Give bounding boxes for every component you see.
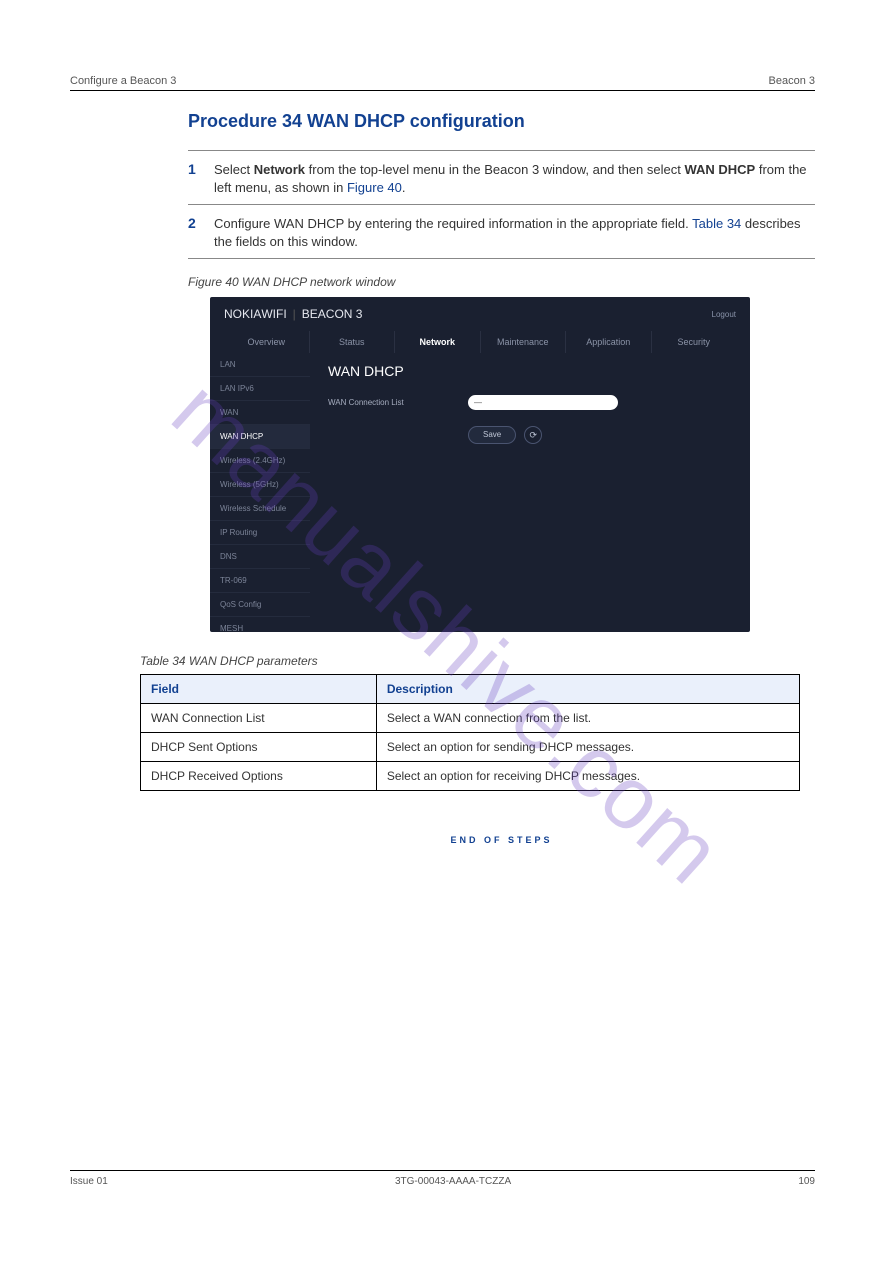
params-table: Field Description WAN Connection List Se… xyxy=(140,674,800,791)
nav-security[interactable]: Security xyxy=(652,331,737,353)
footer-center: 3TG-00043-AAAA-TCZZA xyxy=(395,1176,511,1187)
step-rule xyxy=(188,204,815,205)
page-header: Configure a Beacon 3 Beacon 3 xyxy=(70,75,815,87)
product-name: BEACON 3 xyxy=(302,307,363,321)
brand-logo: NOKIAWIFI | BEACON 3 xyxy=(224,307,362,321)
sidebar-item-wireless-24[interactable]: Wireless (2.4GHz) xyxy=(210,449,310,473)
logout-link[interactable]: Logout xyxy=(712,310,736,319)
footer-right: 109 xyxy=(798,1176,815,1187)
refresh-icon: ⟳ xyxy=(529,430,537,441)
top-nav: Overview Status Network Maintenance Appl… xyxy=(210,331,750,353)
nav-maintenance[interactable]: Maintenance xyxy=(481,331,567,353)
end-of-steps: END OF STEPS xyxy=(188,835,815,845)
save-button[interactable]: Save xyxy=(468,426,516,444)
header-right: Beacon 3 xyxy=(769,75,815,87)
nav-status[interactable]: Status xyxy=(310,331,396,353)
brand-text: NOKIA xyxy=(224,307,261,321)
page-footer: Issue 01 3TG-00043-AAAA-TCZZA 109 xyxy=(70,1170,815,1187)
page-title: WAN DHCP xyxy=(328,363,732,379)
step-1: 1 Select Network from the top-level menu… xyxy=(70,161,815,196)
divider-icon: | xyxy=(293,307,296,321)
figure-caption: Figure 40 WAN DHCP network window xyxy=(188,275,815,289)
sidebar-item-lan-ipv6[interactable]: LAN IPv6 xyxy=(210,377,310,401)
procedure-title: Procedure 34 WAN DHCP configuration xyxy=(70,111,815,132)
step-rule xyxy=(188,258,815,259)
table-row: DHCP Received Options Select an option f… xyxy=(141,762,800,791)
step-2: 2 Configure WAN DHCP by entering the req… xyxy=(70,215,815,250)
shot-header: NOKIAWIFI | BEACON 3 Logout xyxy=(210,297,750,331)
menu-ref-network: Network xyxy=(254,162,305,177)
sidebar: LAN LAN IPv6 WAN WAN DHCP Wireless (2.4G… xyxy=(210,353,310,628)
step-text: from the top-level menu in the Beacon 3 … xyxy=(305,162,684,177)
sidebar-item-wireless-5[interactable]: Wireless (5GHz) xyxy=(210,473,310,497)
menu-ref-wan-dhcp: WAN DHCP xyxy=(684,162,755,177)
sidebar-item-dns[interactable]: DNS xyxy=(210,545,310,569)
cell-desc: Select an option for sending DHCP messag… xyxy=(376,733,799,762)
table-caption: Table 34 WAN DHCP parameters xyxy=(140,654,815,668)
sidebar-item-lan[interactable]: LAN xyxy=(210,353,310,377)
sidebar-item-mesh[interactable]: MESH xyxy=(210,617,310,632)
sidebar-item-ip-routing[interactable]: IP Routing xyxy=(210,521,310,545)
step-body: Configure WAN DHCP by entering the requi… xyxy=(214,215,815,250)
cell-field: DHCP Received Options xyxy=(141,762,377,791)
nav-overview[interactable]: Overview xyxy=(224,331,310,353)
sidebar-item-wan[interactable]: WAN xyxy=(210,401,310,425)
screenshot-wan-dhcp: NOKIAWIFI | BEACON 3 Logout Overview Statu… xyxy=(210,297,750,632)
step-text: Select xyxy=(214,162,254,177)
table-link[interactable]: Table 34 xyxy=(692,216,741,231)
table-row: WAN Connection List Select a WAN connect… xyxy=(141,704,800,733)
nav-application[interactable]: Application xyxy=(566,331,652,353)
step-rule xyxy=(188,150,815,151)
header-left: Configure a Beacon 3 xyxy=(70,75,176,87)
th-field: Field xyxy=(141,675,377,704)
main-panel: WAN DHCP WAN Connection List — Save ⟳ xyxy=(310,353,750,628)
cell-field: DHCP Sent Options xyxy=(141,733,377,762)
field-label-wan-conn: WAN Connection List xyxy=(328,398,438,407)
sidebar-item-qos[interactable]: QoS Config xyxy=(210,593,310,617)
step-body: Select Network from the top-level menu i… xyxy=(214,161,815,196)
step-number: 2 xyxy=(188,215,214,250)
refresh-button[interactable]: ⟳ xyxy=(524,426,542,444)
footer-left: Issue 01 xyxy=(70,1176,108,1187)
cell-desc: Select a WAN connection from the list. xyxy=(376,704,799,733)
step-text: Configure WAN DHCP by entering the requi… xyxy=(214,216,692,231)
table-row: DHCP Sent Options Select an option for s… xyxy=(141,733,800,762)
sidebar-item-tr069[interactable]: TR-069 xyxy=(210,569,310,593)
wan-connection-select[interactable]: — xyxy=(468,395,618,410)
cell-field: WAN Connection List xyxy=(141,704,377,733)
th-description: Description xyxy=(376,675,799,704)
step-number: 1 xyxy=(188,161,214,196)
header-rule xyxy=(70,90,815,91)
brand-suffix: WIFI xyxy=(261,307,286,321)
sidebar-item-wan-dhcp[interactable]: WAN DHCP xyxy=(210,425,310,449)
cell-desc: Select an option for receiving DHCP mess… xyxy=(376,762,799,791)
nav-network[interactable]: Network xyxy=(395,331,481,353)
sidebar-item-wireless-schedule[interactable]: Wireless Schedule xyxy=(210,497,310,521)
figure-link[interactable]: Figure 40 xyxy=(347,180,402,195)
step-text: . xyxy=(402,180,406,195)
